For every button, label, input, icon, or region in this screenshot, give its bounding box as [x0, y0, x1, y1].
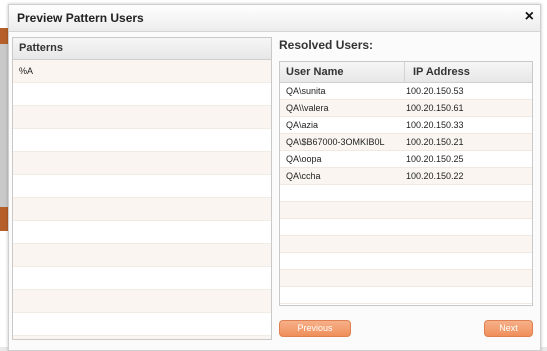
close-icon[interactable]: ×	[525, 8, 534, 26]
ip-address-cell	[404, 236, 532, 252]
table-row[interactable]: QA\\valera 100.20.150.61	[280, 100, 532, 117]
ip-address-cell	[404, 287, 532, 303]
pattern-row[interactable]	[13, 106, 271, 129]
users-table-body: QA\sunita 100.20.150.53 QA\\valera 100.20.1…	[280, 83, 532, 304]
resolved-users-label: Resolved Users:	[279, 38, 374, 52]
user-name-cell	[280, 185, 404, 201]
patterns-panel: Patterns %A	[12, 37, 272, 340]
pattern-row[interactable]	[13, 129, 271, 152]
pattern-row[interactable]	[13, 313, 271, 336]
user-name-cell	[280, 287, 404, 303]
pattern-row[interactable]	[13, 83, 271, 106]
user-name-cell	[280, 202, 404, 218]
next-button[interactable]: Next	[484, 320, 533, 337]
resolved-users-table: User Name IP Address QA\sunita 100.20.150…	[279, 61, 533, 306]
dialog-title: Preview Pattern Users	[17, 11, 144, 25]
user-name-cell: QA\\valera	[286, 103, 329, 113]
users-table-header: User Name IP Address	[280, 62, 532, 83]
table-row[interactable]	[280, 236, 532, 253]
table-row[interactable]	[280, 270, 532, 287]
table-row[interactable]	[280, 253, 532, 270]
user-name-cell: QA\$B67000-3OMKIB0L	[286, 137, 385, 147]
user-name-cell: QA\ccha	[286, 171, 321, 181]
pattern-row[interactable]	[13, 290, 271, 313]
ip-address-cell	[404, 270, 532, 286]
column-header-user-name[interactable]: User Name	[280, 62, 405, 82]
ip-address-cell: 100.20.150.21	[406, 137, 464, 147]
pattern-row[interactable]	[13, 152, 271, 175]
patterns-header: Patterns	[13, 38, 271, 60]
column-header-ip-address[interactable]: IP Address	[405, 62, 532, 82]
table-row[interactable]: QA\azia 100.20.150.33	[280, 117, 532, 134]
ip-address-cell: 100.20.150.25	[406, 154, 464, 164]
pattern-row[interactable]	[13, 198, 271, 221]
table-row[interactable]	[280, 185, 532, 202]
user-name-cell	[280, 236, 404, 252]
dialog-titlebar: Preview Pattern Users ×	[9, 5, 540, 32]
pattern-row[interactable]: %A	[13, 60, 271, 83]
table-row[interactable]: QA\ccha 100.20.150.22	[280, 168, 532, 185]
user-name-cell: QA\azia	[286, 120, 319, 130]
user-name-cell	[280, 219, 404, 235]
table-row[interactable]: QA\$B67000-3OMKIB0L 100.20.150.21	[280, 134, 532, 151]
user-name-cell	[280, 270, 404, 286]
ip-address-cell: 100.20.150.53	[406, 86, 464, 96]
pattern-row[interactable]	[13, 175, 271, 198]
table-row[interactable]	[280, 219, 532, 236]
pattern-row[interactable]	[13, 267, 271, 290]
ip-address-cell	[404, 219, 532, 235]
table-row[interactable]	[280, 202, 532, 219]
ip-address-cell: 100.20.150.33	[406, 120, 464, 130]
user-name-cell	[280, 253, 404, 269]
ip-address-cell: 100.20.150.61	[406, 103, 464, 113]
ip-address-cell: 100.20.150.22	[406, 171, 464, 181]
previous-button[interactable]: Previous	[279, 320, 351, 337]
ip-address-cell	[404, 185, 532, 201]
pattern-row[interactable]	[13, 336, 271, 339]
table-row[interactable]: QA\oopa 100.20.150.25	[280, 151, 532, 168]
patterns-list: %A	[13, 60, 271, 339]
user-name-cell: QA\sunita	[286, 86, 326, 96]
user-name-cell: QA\oopa	[286, 154, 322, 164]
table-row[interactable]: QA\sunita 100.20.150.53	[280, 83, 532, 100]
pattern-row[interactable]	[13, 244, 271, 267]
table-row[interactable]	[280, 287, 532, 304]
ip-address-cell	[404, 202, 532, 218]
pattern-row[interactable]	[13, 221, 271, 244]
ip-address-cell	[404, 253, 532, 269]
